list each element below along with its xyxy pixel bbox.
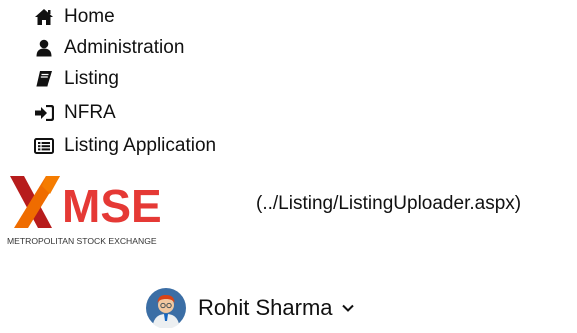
nav-item-nfra[interactable]: NFRA	[34, 100, 116, 126]
logo-tagline: METROPOLITAN STOCK EXCHANGE	[7, 236, 157, 246]
nav-item-administration[interactable]: Administration	[34, 35, 184, 61]
nav-item-label: NFRA	[64, 102, 116, 123]
sign-in-icon	[34, 103, 54, 123]
nav-item-label: Listing	[64, 68, 119, 89]
avatar	[146, 288, 186, 329]
nav-item-listing-application[interactable]: Listing Application	[34, 133, 216, 159]
nav-item-label: Administration	[64, 37, 185, 58]
book-icon	[34, 69, 54, 89]
user-name: Rohit Sharma	[198, 295, 333, 320]
nav-item-listing[interactable]: Listing	[34, 66, 119, 92]
home-icon	[34, 7, 54, 27]
nav-item-home[interactable]: Home	[34, 4, 115, 30]
user-icon	[34, 38, 54, 58]
logo-main-text: MSE	[62, 180, 162, 232]
chevron-down-icon	[341, 301, 355, 315]
nav-item-label: Home	[64, 6, 115, 27]
mse-logo[interactable]: MSE METROPOLITAN STOCK EXCHANGE	[6, 172, 174, 250]
listing-uploader-link[interactable]: (../Listing/ListingUploader.aspx)	[256, 193, 521, 215]
user-menu[interactable]: Rohit Sharma	[146, 288, 355, 329]
nav-item-label: Listing Application	[64, 135, 217, 156]
list-alt-icon	[34, 136, 54, 156]
